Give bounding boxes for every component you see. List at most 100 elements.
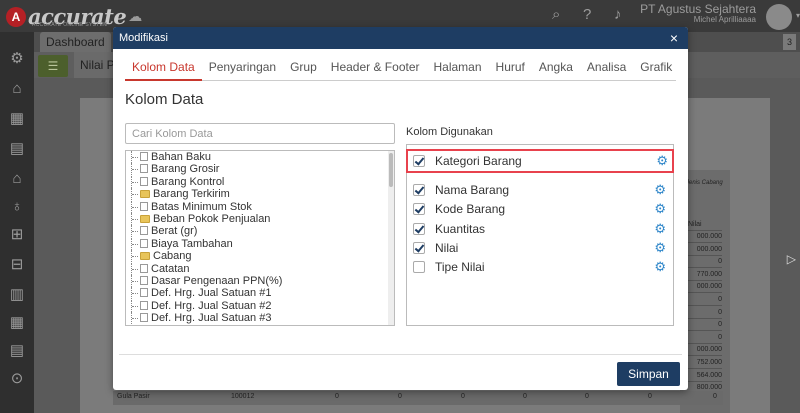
gear-icon[interactable]: ⚙	[654, 183, 666, 196]
checkbox[interactable]	[413, 242, 425, 254]
play-icon[interactable]: ▷	[787, 252, 796, 266]
avatar[interactable]	[766, 4, 792, 30]
file-icon	[140, 152, 148, 161]
tree-item[interactable]: Catatan	[126, 262, 394, 275]
tree-branch	[131, 274, 139, 287]
bell-icon[interactable]: ♪	[614, 6, 622, 23]
tree-item[interactable]: Barang Terkirim	[126, 188, 394, 201]
tab-angka[interactable]: Angka	[532, 55, 580, 81]
checkbox[interactable]	[413, 203, 425, 215]
search-icon[interactable]: ⌕	[552, 6, 560, 23]
bank-icon[interactable]: ⌂	[8, 170, 26, 188]
logo-tagline: ACCURATE ONLINE SYSTEM	[32, 22, 108, 28]
chevron-down-icon[interactable]: ▾	[796, 11, 800, 20]
row-code: 100012	[231, 393, 255, 400]
tree-item-label: Barang Terkirim	[153, 188, 230, 201]
checkbox[interactable]	[413, 223, 425, 235]
tab-halaman[interactable]: Halaman	[427, 55, 489, 81]
checkbox[interactable]	[413, 155, 425, 167]
gear-icon[interactable]: ⚙	[654, 202, 666, 215]
document-icon[interactable]: ▤	[8, 140, 26, 158]
tree-item[interactable]: Def. Hrg. Jual Satuan #1	[126, 287, 394, 300]
used-column-item[interactable]: Kategori Barang ⚙	[406, 149, 674, 173]
user-name: Michel Aprilliaaaa	[693, 15, 756, 25]
report-cell: 752.000	[688, 356, 722, 369]
dialog-title: Modifikasi	[119, 32, 168, 44]
tree-item[interactable]: Barang Kontrol	[126, 175, 394, 188]
building-icon[interactable]: ⌂	[8, 80, 26, 98]
used-column-label: Nama Barang	[435, 183, 510, 197]
bag-icon[interactable]: ♁	[8, 198, 26, 216]
dialog-header: Modifikasi ×	[113, 27, 688, 49]
save-button[interactable]: Simpan	[617, 362, 680, 386]
calendar-icon[interactable]: ▦	[8, 314, 26, 332]
checkbox[interactable]	[413, 261, 425, 273]
books-icon[interactable]: ▤	[8, 342, 26, 360]
modify-dialog: Modifikasi × Kolom Data Penyaringan Grup…	[113, 27, 688, 390]
report-cell: 0	[688, 255, 722, 269]
tree-item[interactable]: Barang Grosir	[126, 163, 394, 176]
file-icon	[140, 226, 148, 236]
used-column-label: Kuantitas	[435, 222, 486, 236]
used-column-label: Tipe Nilai	[435, 260, 485, 274]
tree-branch	[131, 188, 139, 201]
tree-item-label: Dasar Pengenaan PPN(%)	[151, 274, 283, 287]
tab-header-footer[interactable]: Header & Footer	[324, 55, 427, 81]
search-input[interactable]	[125, 123, 395, 144]
gear-icon[interactable]: ⚙	[654, 222, 666, 235]
used-column-item[interactable]: Kode Barang ⚙	[413, 199, 669, 219]
help-icon[interactable]: ?	[583, 6, 591, 23]
tab-penyaringan[interactable]: Penyaringan	[202, 55, 283, 81]
gear-icon[interactable]: ⚙	[656, 154, 668, 167]
tab-kolom-data[interactable]: Kolom Data	[125, 55, 202, 81]
report-icon[interactable]: ▥	[8, 286, 26, 304]
tab-overflow[interactable]: 3	[782, 34, 796, 50]
gear-icon[interactable]: ⚙	[654, 241, 666, 254]
gear-icon[interactable]: ⚙	[8, 50, 26, 68]
tab-dashboard[interactable]: Dashboard	[40, 32, 111, 52]
truck-icon[interactable]: ⊟	[8, 256, 26, 274]
tab-huruf[interactable]: Huruf	[489, 55, 532, 81]
report-cell: 000.000	[688, 243, 722, 256]
report-cell: 000.000	[688, 230, 722, 243]
tree-item-label: Def. Hrg. Jual Satuan #1	[151, 287, 272, 300]
tree-item[interactable]: Berat (gr)	[126, 225, 394, 238]
used-column-item[interactable]: Nilai ⚙	[413, 238, 669, 258]
close-icon[interactable]: ×	[670, 27, 678, 49]
tree-item[interactable]: Def. Hrg. Jual Satuan #2	[126, 299, 394, 312]
scroll-thumb[interactable]	[389, 153, 393, 187]
gear-icon[interactable]: ⚙	[654, 260, 666, 273]
tab-grup[interactable]: Grup	[283, 55, 324, 81]
office-icon[interactable]: ▦	[8, 110, 26, 128]
report-cell: 0	[688, 306, 722, 319]
checkbox[interactable]	[413, 184, 425, 196]
tree-item[interactable]: Biaya Tambahan	[126, 237, 394, 250]
tree-item[interactable]: Batas Minimum Stok	[126, 200, 394, 213]
tree-item-label: Cabang	[153, 250, 192, 263]
tree-item[interactable]: Dasar Pengenaan PPN(%)	[126, 274, 394, 287]
tree-branch	[131, 151, 139, 163]
list-icon[interactable]: ☰	[38, 55, 68, 77]
audit-icon[interactable]: ⊙	[8, 370, 26, 388]
tree-item[interactable]: Bahan Baku	[126, 151, 394, 163]
company-info[interactable]: PT Agustus Sejahtera Michel Aprilliaaaa	[640, 2, 756, 25]
used-column-item[interactable]: Nama Barang ⚙	[413, 180, 669, 200]
report-cell: 564.000	[688, 369, 722, 382]
cart-icon[interactable]: ⊞	[8, 226, 26, 244]
tree-item[interactable]: Beban Pokok Penjualan	[126, 212, 394, 225]
used-column-item[interactable]: Kuantitas ⚙	[413, 219, 669, 239]
row-name: Gula Pasir	[117, 393, 150, 400]
tree-item[interactable]: Def. Hrg. Jual Satuan #3	[126, 312, 394, 325]
tree-branch	[131, 250, 139, 263]
row-cell: 0	[398, 393, 402, 400]
tab-grafik[interactable]: Grafik	[633, 55, 679, 81]
used-column-item[interactable]: Tipe Nilai ⚙	[413, 257, 669, 277]
tree-item[interactable]: Cabang	[126, 250, 394, 263]
file-icon	[140, 288, 148, 298]
tree-item-label: Barang Kontrol	[151, 175, 225, 188]
scrollbar[interactable]	[388, 151, 394, 325]
file-icon	[140, 300, 148, 310]
tab-analisa[interactable]: Analisa	[580, 55, 633, 81]
report-cell: 0	[688, 318, 722, 332]
dialog-tabs: Kolom Data Penyaringan Grup Header & Foo…	[125, 55, 676, 81]
